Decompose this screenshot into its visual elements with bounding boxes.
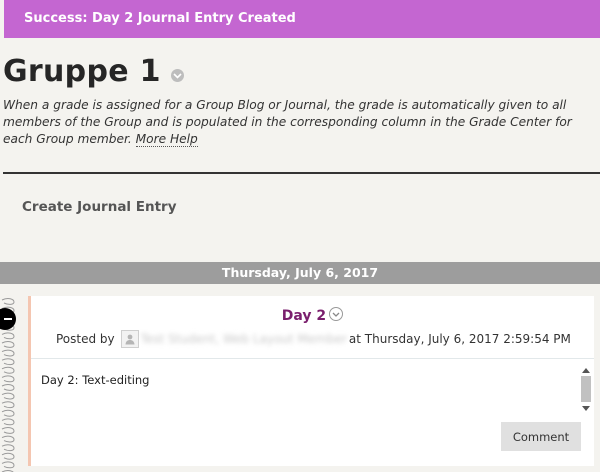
notebook-ring [1,401,15,409]
notebook-ring [1,332,15,340]
more-help-link[interactable]: More Help [135,132,198,147]
success-banner: Success: Day 2 Journal Entry Created [4,0,600,38]
user-icon [120,330,139,348]
scroll-thumb[interactable] [581,376,591,402]
notebook-ring [1,444,15,452]
author-name: Test Student, Web Layout Member [140,332,347,346]
page-title: Gruppe 1 [3,54,161,89]
notebook-ring [1,375,15,383]
entry-title-row: Day 2 [31,307,594,324]
divider [3,172,600,174]
notebook-ring [1,409,15,417]
chevron-down-icon[interactable] [170,69,184,82]
notebook-ring [1,392,15,400]
notebook-ring [1,452,15,460]
notebook-ring [1,341,15,348]
comment-button[interactable]: Comment [501,422,581,451]
scroll-down-icon[interactable] [580,404,592,412]
notebook-ring [1,298,15,305]
chevron-down-icon[interactable] [329,307,344,321]
notebook-ring [1,461,15,469]
notebook-ring [1,418,15,426]
journal-entry-card: Day 2 Posted by Test Student, Web Layout… [28,296,594,466]
entry-title[interactable]: Day 2 [282,308,326,324]
entry-scrollbar[interactable] [580,366,592,416]
page-description: When a grade is assigned for a Group Blo… [3,97,593,148]
page-title-row: Gruppe 1 [3,54,184,89]
success-message: Success: Day 2 Journal Entry Created [24,11,296,26]
description-text: When a grade is assigned for a Group Blo… [3,98,572,146]
entry-timestamp: at Thursday, July 6, 2017 2:59:54 PM [348,332,571,346]
notebook-ring [1,435,15,443]
entry-divider [31,358,594,359]
scroll-up-icon[interactable] [580,366,592,374]
notebook-ring [1,384,15,391]
notebook-ring [1,366,15,374]
notebook-ring [1,358,15,366]
entry-meta: Posted by Test Student, Web Layout Membe… [56,330,571,348]
date-header: Thursday, July 6, 2017 [0,262,600,284]
posted-by-label: Posted by [56,332,115,346]
entry-body: Day 2: Text-editing [41,373,150,387]
create-journal-entry-button[interactable]: Create Journal Entry [22,199,177,215]
notebook-ring [1,427,15,434]
notebook-ring [1,349,15,357]
